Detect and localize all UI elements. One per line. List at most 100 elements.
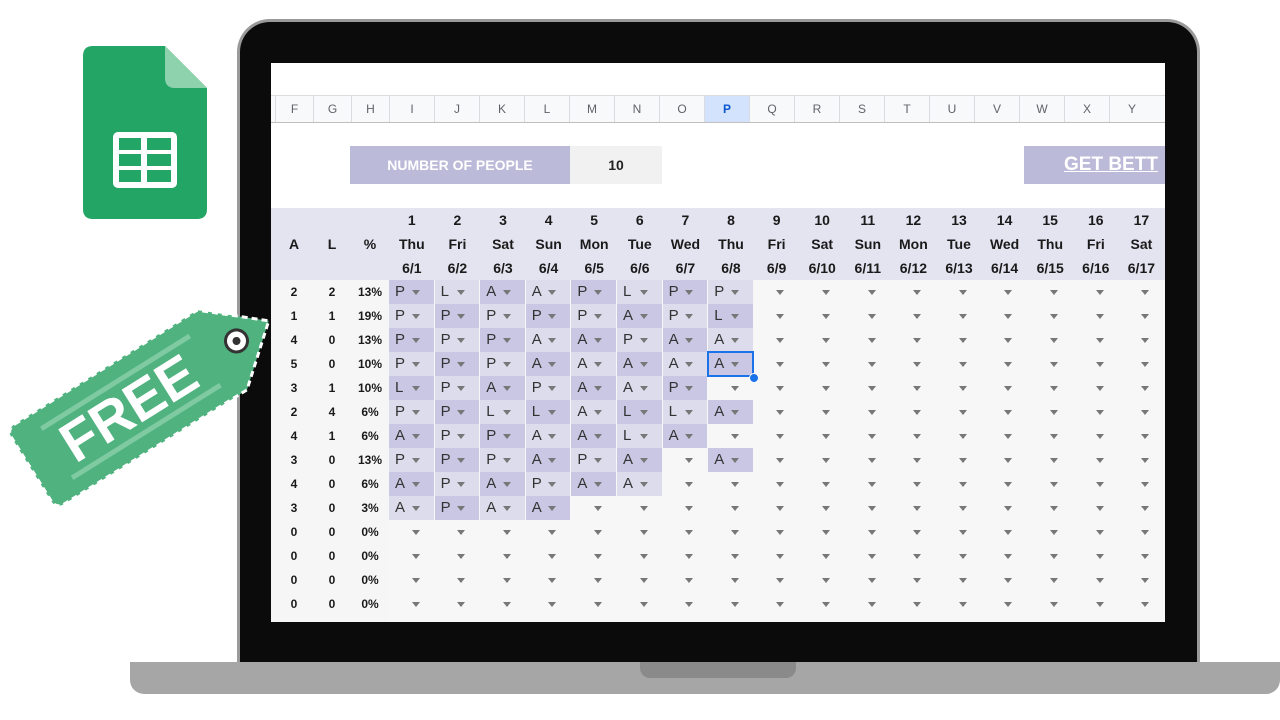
- dropdown-arrow-icon[interactable]: [958, 386, 967, 391]
- dropdown-arrow-icon[interactable]: [958, 434, 967, 439]
- attendance-cell[interactable]: P: [434, 328, 480, 352]
- dropdown-arrow-icon[interactable]: [730, 314, 739, 319]
- attendance-cell[interactable]: [1027, 376, 1072, 400]
- dropdown-arrow-icon[interactable]: [958, 314, 967, 319]
- dropdown-arrow-icon[interactable]: [502, 578, 511, 583]
- attendance-cell[interactable]: [1119, 376, 1164, 400]
- dropdown-arrow-icon[interactable]: [776, 578, 785, 583]
- dropdown-arrow-icon[interactable]: [1049, 578, 1058, 583]
- attendance-cell[interactable]: [936, 400, 981, 424]
- attendance-cell[interactable]: [708, 520, 753, 544]
- dropdown-arrow-icon[interactable]: [411, 314, 420, 319]
- attendance-cell[interactable]: [1027, 424, 1072, 448]
- dropdown-arrow-icon[interactable]: [730, 554, 739, 559]
- attendance-cell[interactable]: [799, 568, 844, 592]
- attendance-cell[interactable]: [526, 568, 571, 592]
- attendance-cell[interactable]: [1073, 280, 1118, 304]
- attendance-cell[interactable]: P: [571, 280, 616, 304]
- dropdown-arrow-icon[interactable]: [821, 314, 830, 319]
- attendance-cell[interactable]: A: [480, 496, 525, 520]
- dropdown-arrow-icon[interactable]: [411, 434, 420, 439]
- attendance-cell[interactable]: [754, 424, 799, 448]
- attendance-cell[interactable]: L: [525, 400, 571, 424]
- dropdown-arrow-icon[interactable]: [821, 482, 830, 487]
- dropdown-arrow-icon[interactable]: [502, 458, 511, 463]
- attendance-cell[interactable]: A: [571, 376, 616, 400]
- attendance-cell[interactable]: [845, 376, 890, 400]
- attendance-cell[interactable]: [754, 400, 799, 424]
- dropdown-arrow-icon[interactable]: [639, 482, 648, 487]
- attendance-cell[interactable]: A: [389, 472, 434, 496]
- attendance-cell[interactable]: [617, 520, 662, 544]
- attendance-cell[interactable]: [982, 568, 1027, 592]
- dropdown-arrow-icon[interactable]: [958, 506, 967, 511]
- dropdown-arrow-icon[interactable]: [593, 458, 602, 463]
- dropdown-arrow-icon[interactable]: [1004, 602, 1013, 607]
- dropdown-arrow-icon[interactable]: [1141, 578, 1150, 583]
- dropdown-arrow-icon[interactable]: [776, 338, 785, 343]
- column-letter-f[interactable]: F: [275, 96, 313, 122]
- dropdown-arrow-icon[interactable]: [867, 314, 876, 319]
- dropdown-arrow-icon[interactable]: [1095, 314, 1104, 319]
- dropdown-arrow-icon[interactable]: [639, 434, 648, 439]
- attendance-cell[interactable]: [845, 568, 890, 592]
- attendance-cell[interactable]: L: [617, 280, 662, 304]
- attendance-cell[interactable]: [982, 280, 1027, 304]
- dropdown-arrow-icon[interactable]: [730, 602, 739, 607]
- attendance-cell[interactable]: [982, 304, 1027, 328]
- dropdown-arrow-icon[interactable]: [685, 338, 694, 343]
- attendance-cell[interactable]: [708, 592, 753, 616]
- dropdown-arrow-icon[interactable]: [958, 458, 967, 463]
- column-letter-x[interactable]: X: [1064, 96, 1109, 122]
- dropdown-arrow-icon[interactable]: [1141, 290, 1150, 295]
- attendance-cell[interactable]: P: [525, 472, 571, 496]
- attendance-cell[interactable]: A: [525, 352, 571, 376]
- dropdown-arrow-icon[interactable]: [457, 578, 466, 583]
- attendance-cell[interactable]: P: [480, 424, 525, 448]
- column-letter-h[interactable]: H: [351, 96, 389, 122]
- dropdown-arrow-icon[interactable]: [1095, 602, 1104, 607]
- dropdown-arrow-icon[interactable]: [685, 530, 694, 535]
- fill-handle[interactable]: [748, 373, 759, 383]
- attendance-cell[interactable]: L: [480, 400, 525, 424]
- get-better-link[interactable]: GET BETT: [1024, 146, 1165, 184]
- dropdown-arrow-icon[interactable]: [913, 578, 922, 583]
- dropdown-arrow-icon[interactable]: [1004, 530, 1013, 535]
- attendance-cell[interactable]: [480, 592, 525, 616]
- attendance-cell[interactable]: P: [480, 448, 525, 472]
- dropdown-arrow-icon[interactable]: [1049, 482, 1058, 487]
- dropdown-arrow-icon[interactable]: [1095, 482, 1104, 487]
- dropdown-arrow-icon[interactable]: [821, 410, 830, 415]
- dropdown-arrow-icon[interactable]: [1141, 530, 1150, 535]
- dropdown-arrow-icon[interactable]: [1141, 314, 1150, 319]
- attendance-cell[interactable]: [845, 280, 890, 304]
- dropdown-arrow-icon[interactable]: [1095, 530, 1104, 535]
- dropdown-arrow-icon[interactable]: [730, 530, 739, 535]
- dropdown-arrow-icon[interactable]: [1095, 410, 1104, 415]
- dropdown-arrow-icon[interactable]: [1095, 338, 1104, 343]
- dropdown-arrow-icon[interactable]: [685, 506, 694, 511]
- dropdown-arrow-icon[interactable]: [593, 290, 602, 295]
- dropdown-arrow-icon[interactable]: [1141, 386, 1150, 391]
- dropdown-arrow-icon[interactable]: [867, 506, 876, 511]
- dropdown-arrow-icon[interactable]: [867, 386, 876, 391]
- dropdown-arrow-icon[interactable]: [913, 530, 922, 535]
- attendance-cell[interactable]: [1027, 544, 1072, 568]
- attendance-cell[interactable]: [799, 328, 844, 352]
- dropdown-arrow-icon[interactable]: [1095, 362, 1104, 367]
- attendance-cell[interactable]: [617, 544, 662, 568]
- attendance-cell[interactable]: A: [617, 448, 662, 472]
- dropdown-arrow-icon[interactable]: [593, 530, 602, 535]
- column-letter-t[interactable]: T: [884, 96, 929, 122]
- dropdown-arrow-icon[interactable]: [593, 506, 602, 511]
- dropdown-arrow-icon[interactable]: [913, 506, 922, 511]
- column-letter-m[interactable]: M: [569, 96, 614, 122]
- dropdown-arrow-icon[interactable]: [411, 386, 420, 391]
- dropdown-arrow-icon[interactable]: [639, 530, 648, 535]
- attendance-cell[interactable]: P: [389, 328, 434, 352]
- dropdown-arrow-icon[interactable]: [1095, 386, 1104, 391]
- dropdown-arrow-icon[interactable]: [639, 290, 648, 295]
- attendance-cell[interactable]: L: [617, 400, 662, 424]
- attendance-cell[interactable]: [663, 592, 708, 616]
- attendance-cell[interactable]: [1073, 544, 1118, 568]
